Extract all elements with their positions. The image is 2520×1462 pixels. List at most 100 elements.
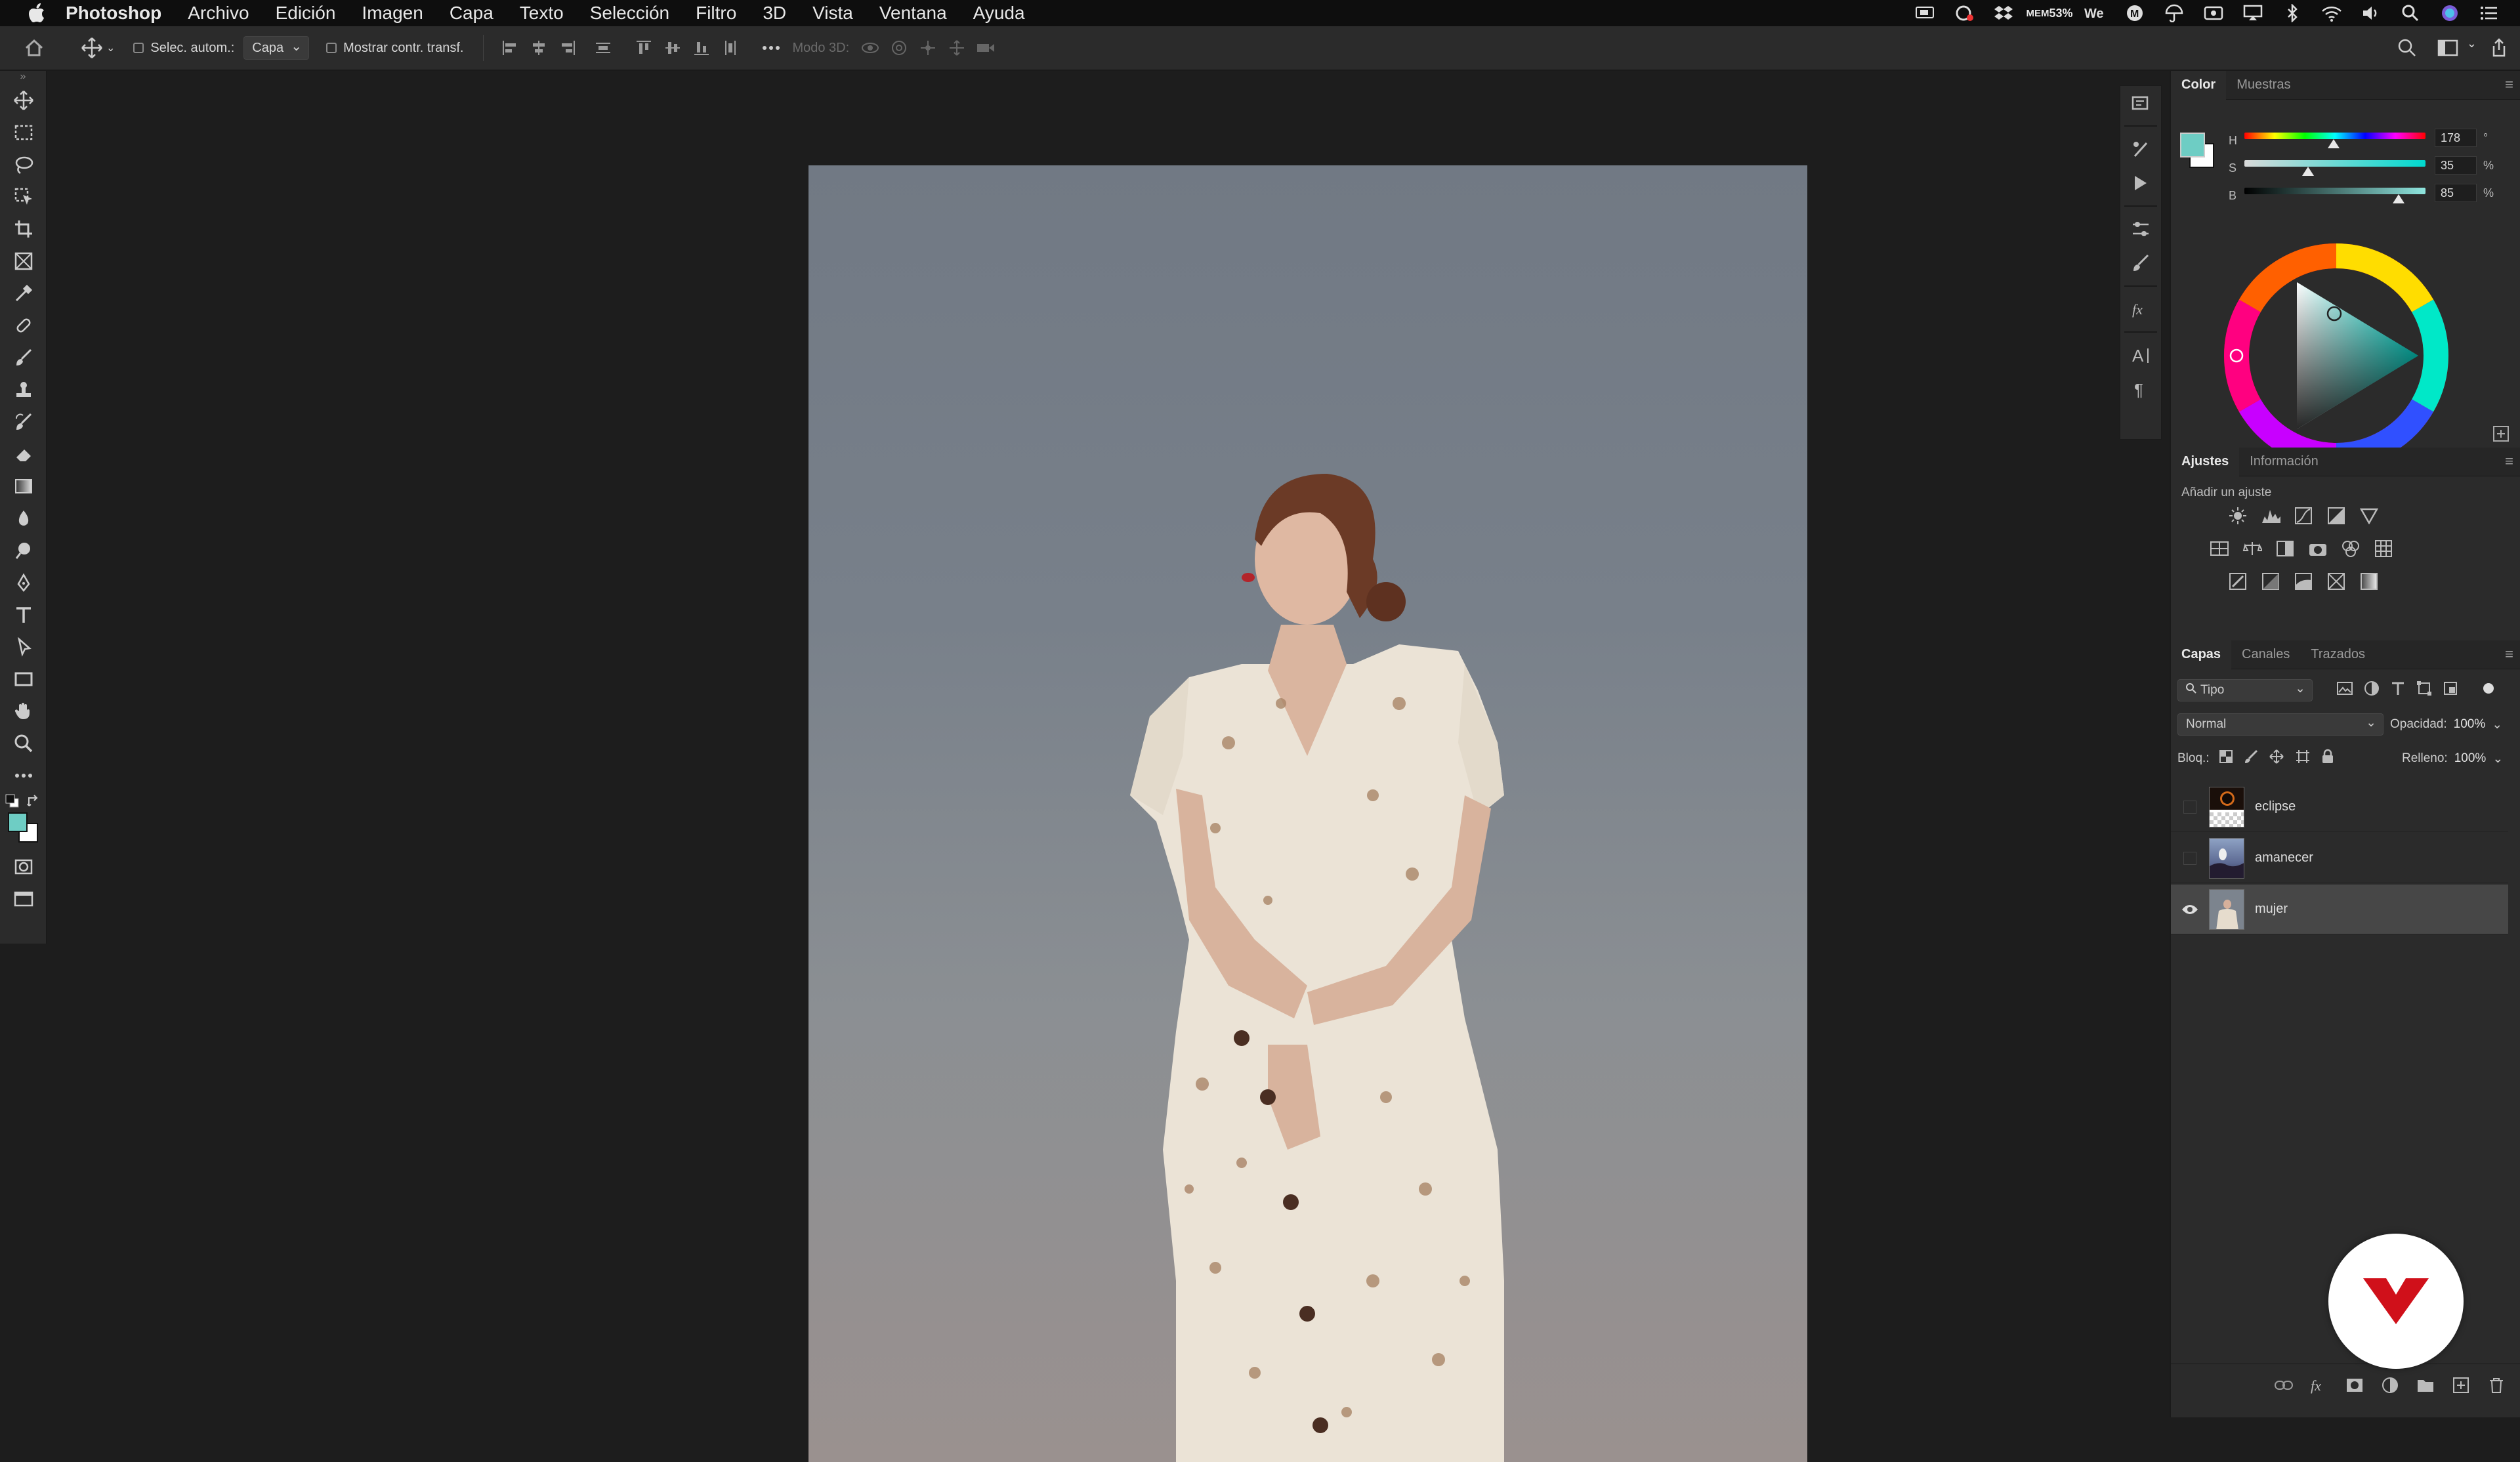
3d-camera-icon[interactable] xyxy=(971,33,1000,62)
tab-ajustes[interactable]: Ajustes xyxy=(2171,447,2240,476)
brushes-panel-icon[interactable] xyxy=(2120,246,2161,280)
tab-muestras[interactable]: Muestras xyxy=(2226,71,2301,100)
hue-slider[interactable]: H 178 ° xyxy=(2229,129,2488,155)
memory-monitor[interactable]: MEM 53% xyxy=(2026,3,2072,23)
hue-saturation-icon[interactable] xyxy=(2208,537,2231,560)
exposure-icon[interactable] xyxy=(2324,504,2348,528)
brightness-contrast-icon[interactable] xyxy=(2226,504,2250,528)
align-left-icon[interactable] xyxy=(495,33,524,62)
layers-panel-menu-icon[interactable]: ≡ xyxy=(2505,646,2513,663)
layer-filter-dropdown[interactable]: Tipo ⌄ xyxy=(2177,679,2313,701)
filter-adjustment-icon[interactable] xyxy=(2364,680,2380,700)
history-brush-tool[interactable] xyxy=(0,406,47,438)
brightness-value-field[interactable]: 85 xyxy=(2435,184,2477,202)
crop-tool[interactable] xyxy=(0,213,47,245)
tab-capas[interactable]: Capas xyxy=(2171,640,2232,669)
new-adjustment-layer-icon[interactable] xyxy=(2378,1373,2402,1397)
screen-mode-icon[interactable] xyxy=(0,883,47,915)
foreground-color-swatch[interactable] xyxy=(8,812,28,832)
rectangle-tool[interactable] xyxy=(0,663,47,695)
layer-visibility-toggle[interactable] xyxy=(2171,833,2209,883)
menu-vista[interactable]: Vista xyxy=(812,3,853,24)
color-lookup-icon[interactable] xyxy=(2372,537,2395,560)
show-transform-checkbox[interactable] xyxy=(326,43,337,53)
bluetooth-icon[interactable] xyxy=(2281,3,2303,23)
3d-slide-icon[interactable] xyxy=(942,33,971,62)
saturation-track[interactable] xyxy=(2244,160,2426,167)
saturation-thumb[interactable] xyxy=(2301,167,2314,176)
menu-seleccion[interactable]: Selección xyxy=(590,3,669,24)
layer-name-eclipse[interactable]: eclipse xyxy=(2255,799,2296,814)
umbrella-icon[interactable] xyxy=(2163,3,2185,23)
siri-icon[interactable] xyxy=(2439,3,2461,23)
menu-texto[interactable]: Texto xyxy=(520,3,564,24)
lasso-tool[interactable] xyxy=(0,148,47,180)
menu-imagen[interactable]: Imagen xyxy=(362,3,423,24)
lock-artboard-icon[interactable] xyxy=(2295,749,2311,768)
panel-foreground-swatch[interactable] xyxy=(2180,133,2205,157)
vibrance-icon[interactable] xyxy=(2357,504,2381,528)
layer-visibility-toggle[interactable] xyxy=(2171,782,2209,832)
pen-tool[interactable] xyxy=(0,566,47,598)
share-icon[interactable] xyxy=(2485,33,2513,62)
move-tool[interactable] xyxy=(0,84,47,116)
lock-transparent-pixels-icon[interactable] xyxy=(2219,749,2233,768)
brightness-thumb[interactable] xyxy=(2392,194,2404,203)
marquee-tool[interactable] xyxy=(0,116,47,148)
layer-row-eclipse[interactable]: eclipse xyxy=(2171,782,2508,832)
delete-layer-icon[interactable] xyxy=(2485,1373,2508,1397)
we-icon[interactable]: We xyxy=(2084,3,2107,23)
opacity-field[interactable]: 100% xyxy=(2454,717,2486,732)
opacity-chevron-icon[interactable]: ⌄ xyxy=(2492,717,2502,732)
apple-icon[interactable] xyxy=(24,0,50,26)
more-options-icon[interactable] xyxy=(757,33,786,62)
quick-mask-icon[interactable] xyxy=(0,850,47,883)
menu-edicion[interactable]: Edición xyxy=(276,3,336,24)
layer-row-amanecer[interactable]: amanecer xyxy=(2171,833,2508,883)
frame-tool[interactable] xyxy=(0,245,47,277)
align-right-icon[interactable] xyxy=(553,33,582,62)
layer-style-fx-icon[interactable]: fx xyxy=(2307,1373,2331,1397)
menu-archivo[interactable]: Archivo xyxy=(188,3,249,24)
color-panel-menu-icon[interactable]: ≡ xyxy=(2505,76,2513,93)
brightness-track[interactable] xyxy=(2244,188,2426,194)
workspace-chevron-icon[interactable]: ⌄ xyxy=(2467,37,2477,51)
align-vertical-center-icon[interactable] xyxy=(658,33,687,62)
saturation-value-field[interactable]: 35 xyxy=(2435,156,2477,175)
black-white-icon[interactable] xyxy=(2273,537,2297,560)
color-wheel[interactable] xyxy=(2218,238,2454,474)
distribute-vertical-icon[interactable] xyxy=(589,33,618,62)
menu-filtro[interactable]: Filtro xyxy=(696,3,736,24)
brightness-slider[interactable]: B 85 % xyxy=(2229,184,2494,210)
lock-image-pixels-icon[interactable] xyxy=(2244,749,2258,768)
path-selection-tool[interactable] xyxy=(0,631,47,663)
threshold-icon[interactable] xyxy=(2292,570,2315,593)
new-layer-icon[interactable] xyxy=(2449,1373,2473,1397)
invert-icon[interactable] xyxy=(2226,570,2250,593)
edit-toolbar-icon[interactable] xyxy=(0,759,47,791)
clone-stamp-tool[interactable] xyxy=(0,373,47,406)
cloud-sync-icon[interactable] xyxy=(1953,3,1975,23)
zoom-tool[interactable] xyxy=(0,727,47,759)
character-panel-icon[interactable]: A xyxy=(2120,338,2161,372)
default-colors-icon[interactable] xyxy=(5,794,20,808)
home-icon[interactable] xyxy=(20,33,49,62)
lock-position-icon[interactable] xyxy=(2269,749,2284,768)
blend-mode-dropdown[interactable]: Normal ⌄ xyxy=(2177,713,2384,736)
tab-color[interactable]: Color xyxy=(2171,70,2227,100)
selective-color-icon[interactable] xyxy=(2324,570,2348,593)
posterize-icon[interactable] xyxy=(2259,570,2282,593)
document-workspace[interactable] xyxy=(47,71,2120,1462)
3d-pan-icon[interactable] xyxy=(914,33,942,62)
fill-chevron-icon[interactable]: ⌄ xyxy=(2492,751,2503,766)
brush-settings-panel-icon[interactable] xyxy=(2120,132,2161,166)
hue-track[interactable] xyxy=(2244,133,2426,139)
blur-tool[interactable] xyxy=(0,502,47,534)
menu-app-name[interactable]: Photoshop xyxy=(66,3,161,24)
object-selection-tool[interactable] xyxy=(0,180,47,213)
menu-ventana[interactable]: Ventana xyxy=(879,3,947,24)
properties-panel-icon[interactable] xyxy=(2120,212,2161,246)
tab-trazados[interactable]: Trazados xyxy=(2300,640,2376,669)
tab-informacion[interactable]: Información xyxy=(2239,448,2329,476)
gradient-tool[interactable] xyxy=(0,470,47,502)
